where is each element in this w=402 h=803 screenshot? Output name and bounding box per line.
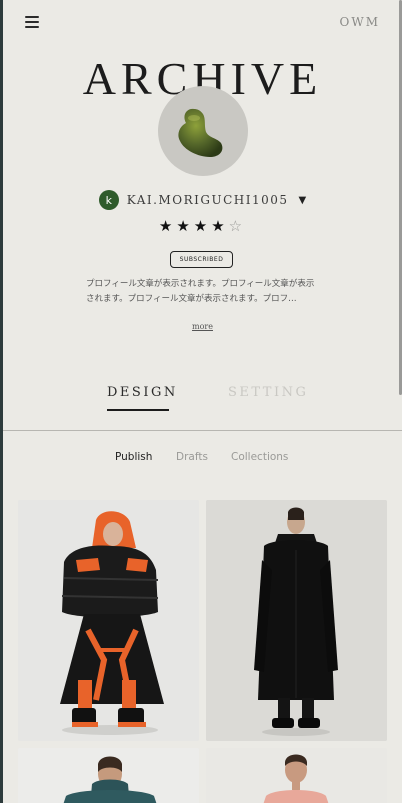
star-filled-icon: ★ [211,217,229,235]
avatar [158,86,248,176]
pink-top-look-card[interactable] [206,748,387,803]
more-link[interactable]: more [3,322,402,331]
subtab-publish[interactable]: Publish [115,451,152,463]
teal-knit-look-image [18,748,199,803]
subtabs: Publish Drafts Collections [3,451,402,467]
star-filled-icon: ★ [193,217,212,235]
app-screen: OWM ARCHIVE k KAI.MORIGUCHI1005 ▼ ★★★★☆ … [3,0,402,803]
black-orange-puffer-look-image [18,500,199,741]
subtab-collections[interactable]: Collections [231,451,288,463]
black-long-coat-look-image [206,500,387,741]
tabs: DESIGN SETTING [3,385,402,415]
chevron-down-icon[interactable]: ▼ [299,195,307,206]
divider [3,430,402,431]
user-row[interactable]: k KAI.MORIGUCHI1005 ▼ [3,190,402,210]
profile-bio: プロフィール文章が表示されます。プロフィール文章が表示されます。プロフィール文章… [86,279,315,304]
star-empty-icon: ☆ [228,217,247,235]
subtab-drafts[interactable]: Drafts [176,451,208,463]
rating-stars: ★★★★☆ [3,217,402,235]
username: KAI.MORIGUCHI1005 [126,193,289,207]
brand-logo: OWM [339,15,380,29]
tab-design[interactable]: DESIGN [107,385,178,400]
active-tab-underline [107,409,169,411]
user-initial-badge: k [98,190,119,210]
subscribed-badge[interactable]: SUBSCRIBED [170,251,233,268]
teal-knit-look-card[interactable] [18,748,199,803]
green-blob-sculpture-icon [178,108,223,157]
black-orange-puffer-look-card[interactable] [18,500,199,741]
star-filled-icon: ★ [158,217,177,235]
hamburger-menu-icon[interactable] [25,16,39,30]
star-filled-icon: ★ [176,217,194,235]
tab-setting[interactable]: SETTING [228,385,308,400]
black-long-coat-look-card[interactable] [206,500,387,741]
pink-top-look-image [206,748,387,803]
